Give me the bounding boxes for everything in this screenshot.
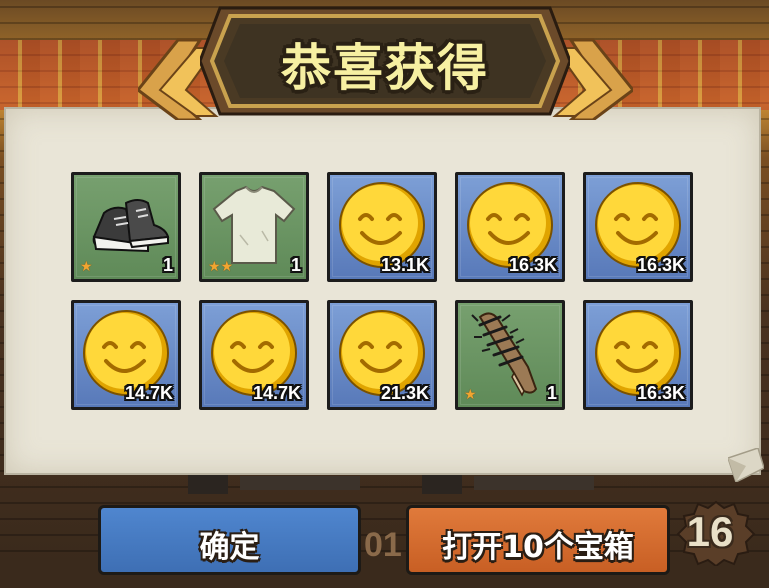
item-count: 14.7K [252,383,301,403]
badge-number: 16 [686,508,734,555]
item-count: 1 [290,255,301,275]
reward-slot-coin[interactable]: 16.3K [583,300,693,410]
page-curl-icon [728,448,764,482]
rarity-stars: ★ [80,259,93,275]
reward-slot-coin[interactable]: 14.7K [71,300,181,410]
item-count: 13.1K [380,255,429,275]
reward-grid: ★ 1 ★★ 1 13.1K 16.3K 16.3K 14.7K 14.7K 2… [71,172,695,412]
rarity-stars: ★★ [208,259,234,275]
reward-slot-coin[interactable]: 14.7K [199,300,309,410]
open-ten-chests-button[interactable]: 打开10个宝箱 [406,505,670,575]
reward-slot-coin[interactable]: 16.3K [455,172,565,282]
item-count: 1 [162,255,173,275]
reward-title: 恭喜获得 [281,39,489,97]
background-number: 01 [364,526,402,564]
confirm-button[interactable]: 确定 [98,505,361,575]
reward-slot-coin[interactable]: 16.3K [583,172,693,282]
item-count: 14.7K [124,383,173,403]
reward-slot-coin[interactable]: 13.1K [327,172,437,282]
reward-slot-spiked-bat[interactable]: ★ 1 [455,300,565,410]
item-count: 16.3K [636,383,685,403]
rarity-stars: ★ [464,387,477,403]
item-count: 1 [546,383,557,403]
item-count: 16.3K [508,255,557,275]
item-count: 21.3K [380,383,429,403]
item-count: 16.3K [636,255,685,275]
reward-slot-sneakers[interactable]: ★ 1 [71,172,181,282]
reward-slot-tshirt[interactable]: ★★ 1 [199,172,309,282]
reward-slot-coin[interactable]: 21.3K [327,300,437,410]
